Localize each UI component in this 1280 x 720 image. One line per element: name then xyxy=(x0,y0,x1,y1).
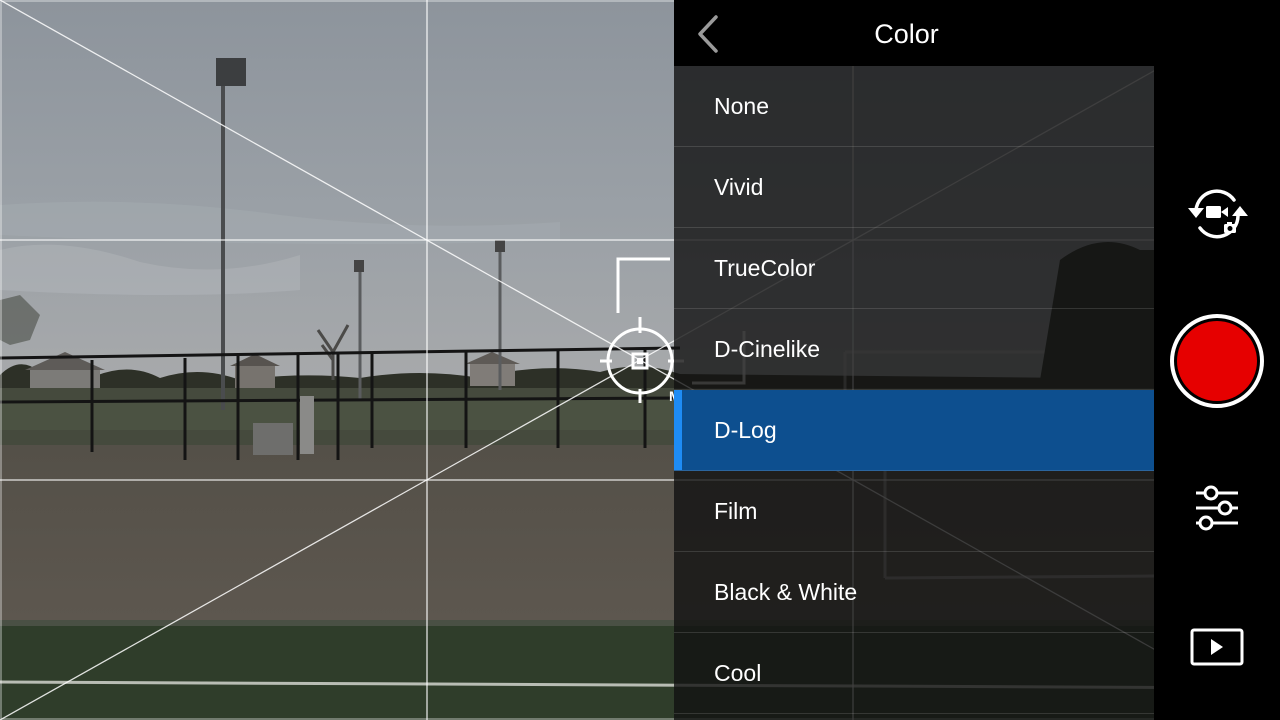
panel-title: Color xyxy=(874,19,939,49)
switch-photo-video-button[interactable] xyxy=(1184,180,1250,246)
option-d-log[interactable]: D-Log xyxy=(674,390,1154,471)
option-cool[interactable]: Cool xyxy=(674,633,1154,714)
adjust-sliders-icon xyxy=(1196,485,1238,531)
option-black-white[interactable]: Black & White xyxy=(674,552,1154,633)
playback-icon xyxy=(1190,628,1244,666)
record-icon xyxy=(1177,321,1257,401)
color-option-list: None Vivid TrueColor D-Cinelike D-Log Fi… xyxy=(674,66,1154,720)
color-settings-panel: Color None Vivid TrueColor D-Cinelike D-… xyxy=(674,0,1154,720)
control-rail xyxy=(1154,0,1280,720)
option-truecolor[interactable]: TrueColor xyxy=(674,228,1154,309)
option-vivid[interactable]: Vivid xyxy=(674,147,1154,228)
record-button[interactable] xyxy=(1166,310,1268,412)
camera-settings-button[interactable] xyxy=(1187,478,1247,538)
playback-button[interactable] xyxy=(1187,620,1247,676)
panel-header: Color xyxy=(674,0,1154,66)
option-film[interactable]: Film xyxy=(674,471,1154,552)
option-none[interactable]: None xyxy=(674,66,1154,147)
camera-app: MF Color None Vivid TrueColor D-Cinelike… xyxy=(0,0,1280,720)
camera-video-switch-icon xyxy=(1188,189,1248,239)
record-ring xyxy=(1170,314,1264,408)
option-d-cinelike[interactable]: D-Cinelike xyxy=(674,309,1154,390)
